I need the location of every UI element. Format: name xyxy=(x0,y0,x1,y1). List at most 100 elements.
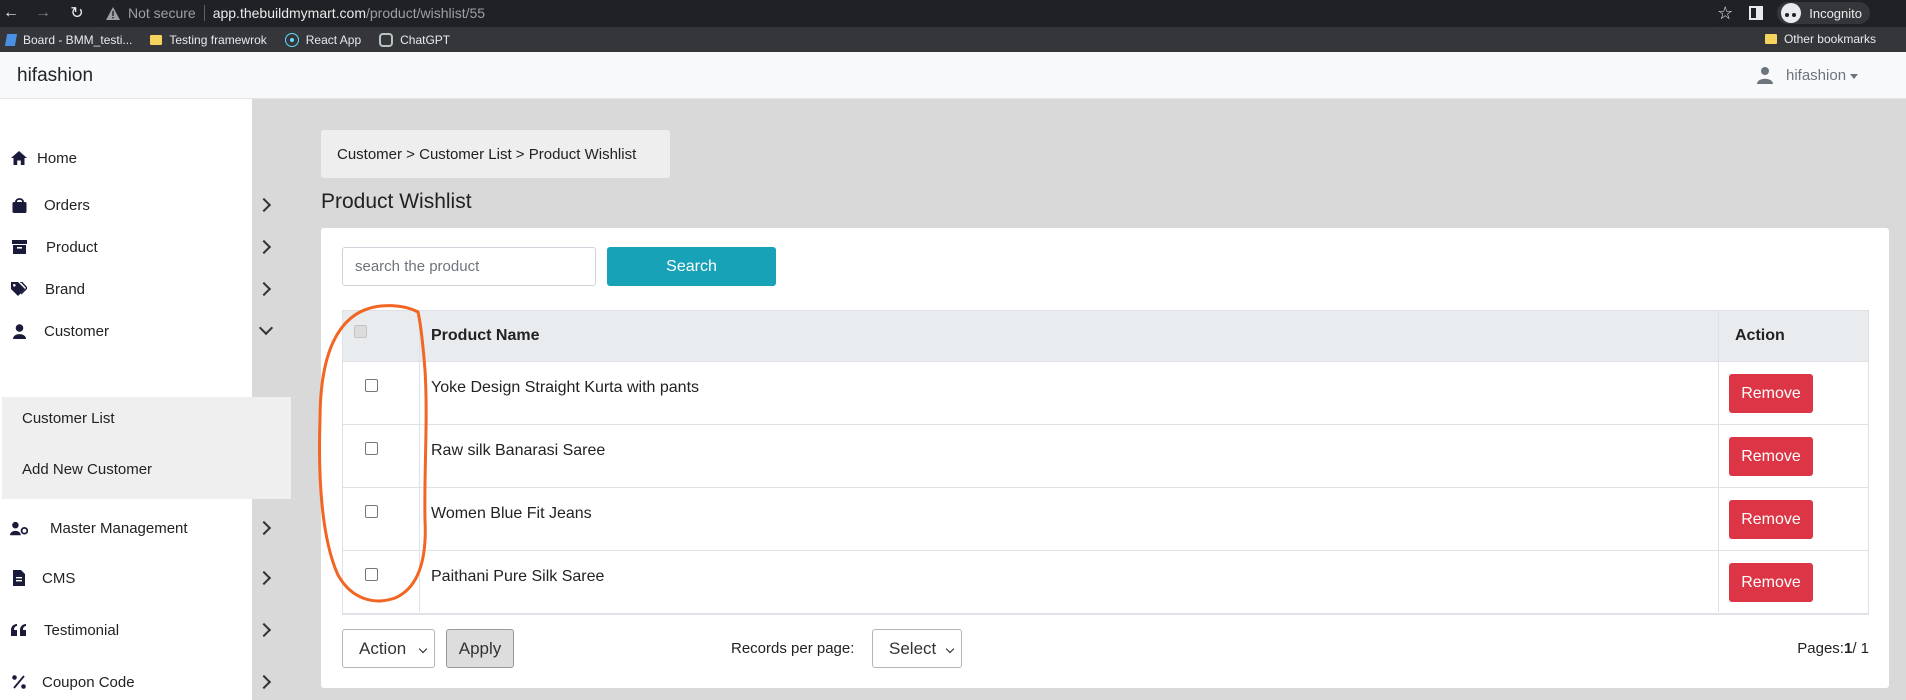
sidebar-item-label: Orders xyxy=(44,196,90,214)
pagination-info: Pages:1/ 1 xyxy=(1797,640,1869,657)
records-per-page-select[interactable]: Select xyxy=(872,629,962,668)
product-name: Yoke Design Straight Kurta with pants xyxy=(431,379,700,396)
wishlist-table: Product Name Action Yoke Design Straight… xyxy=(342,310,1869,615)
other-bookmarks-label: Other bookmarks xyxy=(1783,32,1876,46)
folder-icon xyxy=(1764,34,1777,44)
bookmark-label: Board - BMM_testi... xyxy=(23,32,133,47)
sidebar-item-label: Testimonial xyxy=(44,621,120,639)
chevron-right-icon xyxy=(256,239,272,255)
column-divider xyxy=(419,311,420,612)
product-name: Paithani Pure Silk Saree xyxy=(431,568,605,585)
omnibox-divider xyxy=(203,5,205,21)
row-checkbox[interactable] xyxy=(365,442,378,455)
table-header: Product Name Action xyxy=(343,311,1868,362)
row-checkbox[interactable] xyxy=(365,568,378,581)
bookmarks-bar: Board - BMM_testi... Testing framewrok R… xyxy=(0,26,1906,52)
column-header-product-name: Product Name xyxy=(431,327,540,344)
incognito-icon xyxy=(1781,3,1802,23)
sidebar-item-orders[interactable]: Orders xyxy=(0,185,272,225)
remove-button[interactable]: Remove xyxy=(1729,374,1813,413)
chevron-right-icon xyxy=(256,674,272,690)
chevron-right-icon xyxy=(256,570,272,586)
bookmark-star-icon[interactable]: ☆ xyxy=(1717,3,1733,24)
bulk-action-value: Action xyxy=(359,638,407,658)
column-divider xyxy=(1718,311,1719,612)
product-name: Women Blue Fit Jeans xyxy=(431,505,592,522)
incognito-label: Incognito xyxy=(1809,5,1862,21)
remove-button[interactable]: Remove xyxy=(1729,437,1813,476)
records-per-page-label: Records per page: xyxy=(731,640,855,657)
shopping-bag-icon xyxy=(10,196,28,214)
browser-toolbar: ← → ↻ Not secure app.thebuildmymart.com … xyxy=(0,0,1906,26)
sidebar-item-brand[interactable]: Brand xyxy=(0,269,272,309)
search-button[interactable]: Search xyxy=(607,247,776,286)
sidebar-item-label: Customer xyxy=(44,322,110,340)
sidebar-item-testimonial[interactable]: Testimonial xyxy=(0,610,272,650)
remove-button[interactable]: Remove xyxy=(1729,500,1813,539)
warning-icon[interactable] xyxy=(104,5,122,21)
board-icon xyxy=(4,33,18,46)
page-title: Product Wishlist xyxy=(321,190,472,213)
table-row: Raw silk Banarasi Saree Remove xyxy=(343,425,1868,488)
caret-down-icon xyxy=(1850,73,1859,79)
user-icon xyxy=(10,322,28,340)
sidebar-item-customer[interactable]: Customer xyxy=(0,311,274,351)
bulk-action-select[interactable]: Action xyxy=(342,629,435,668)
row-checkbox[interactable] xyxy=(365,505,378,518)
home-icon xyxy=(10,149,28,167)
react-icon xyxy=(284,32,299,47)
percent-icon xyxy=(10,673,28,691)
chevron-right-icon xyxy=(256,281,272,297)
user-menu[interactable]: hifashion xyxy=(1756,66,1859,84)
product-name: Raw silk Banarasi Saree xyxy=(431,442,606,459)
back-icon[interactable]: ← xyxy=(0,4,22,22)
quote-icon xyxy=(10,621,28,639)
apply-button[interactable]: Apply xyxy=(446,629,514,668)
chevron-down-icon xyxy=(418,644,428,654)
sidebar-item-home[interactable]: Home xyxy=(0,138,252,178)
bookmark-label: ChatGPT xyxy=(400,32,451,47)
sidebar-item-label: Coupon Code xyxy=(42,673,135,691)
bookmark-testing[interactable]: Testing framewrok xyxy=(150,32,267,47)
incognito-badge[interactable]: Incognito xyxy=(1777,2,1870,24)
url-path: /product/wishlist/55 xyxy=(366,5,486,21)
sidebar-item-master-management[interactable]: Master Management xyxy=(0,508,272,548)
table-row: Yoke Design Straight Kurta with pants Re… xyxy=(343,362,1868,425)
submenu-item-customer-list[interactable]: Customer List xyxy=(22,410,115,427)
column-header-action: Action xyxy=(1735,327,1785,344)
bookmark-label: Testing framewrok xyxy=(169,32,267,47)
sidebar-item-coupon-code[interactable]: Coupon Code xyxy=(0,662,272,700)
forward-icon[interactable]: → xyxy=(32,4,54,22)
remove-button[interactable]: Remove xyxy=(1729,563,1813,602)
chevron-right-icon xyxy=(256,197,272,213)
breadcrumb-text[interactable]: Customer > Customer List > Product Wishl… xyxy=(337,146,636,163)
chevron-right-icon xyxy=(256,520,272,536)
search-input[interactable] xyxy=(342,247,596,286)
customer-submenu: Customer List Add New Customer xyxy=(2,397,291,499)
sidebar-item-cms[interactable]: CMS xyxy=(0,558,272,598)
bookmark-react-app[interactable]: React App xyxy=(284,32,361,47)
file-icon xyxy=(10,569,28,587)
bookmark-chatgpt[interactable]: ChatGPT xyxy=(379,32,451,47)
folder-icon xyxy=(150,34,163,45)
user-gear-icon xyxy=(10,519,28,537)
bookmark-board[interactable]: Board - BMM_testi... xyxy=(4,32,133,47)
url-host: app.thebuildmymart.com xyxy=(212,5,366,21)
row-checkbox[interactable] xyxy=(365,379,378,392)
other-bookmarks[interactable]: Other bookmarks xyxy=(1764,32,1876,46)
wishlist-card: Search Product Name Action Yoke Design S… xyxy=(321,228,1889,688)
select-all-checkbox[interactable] xyxy=(354,325,367,338)
chevron-right-icon xyxy=(256,622,272,638)
archive-box-icon xyxy=(10,238,28,256)
records-per-page-value: Select xyxy=(889,638,937,658)
total-pages: / 1 xyxy=(1852,640,1869,657)
address-bar[interactable]: Not secure app.thebuildmymart.com /produ… xyxy=(92,1,1726,25)
sidebar-item-label: Product xyxy=(46,238,98,256)
side-panel-icon[interactable] xyxy=(1749,6,1764,20)
reload-icon[interactable]: ↻ xyxy=(66,3,88,23)
user-avatar-icon xyxy=(1756,66,1774,84)
app-header: hifashion hifashion xyxy=(0,52,1906,99)
brand-name[interactable]: hifashion xyxy=(17,65,93,87)
submenu-item-add-new-customer[interactable]: Add New Customer xyxy=(22,461,152,478)
sidebar-item-product[interactable]: Product xyxy=(0,227,272,267)
